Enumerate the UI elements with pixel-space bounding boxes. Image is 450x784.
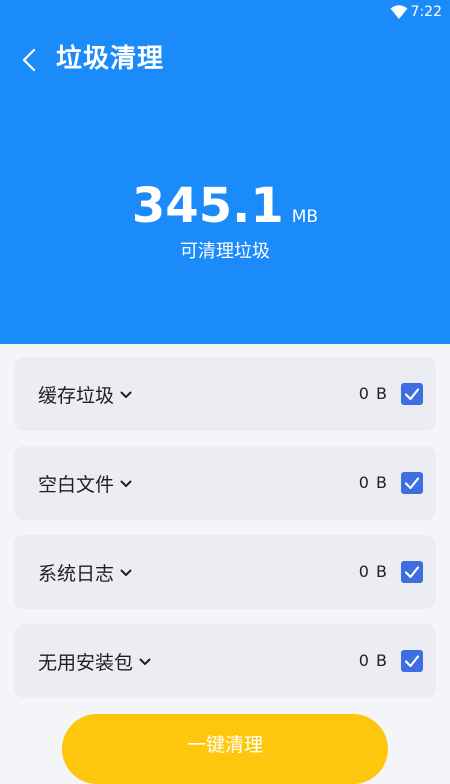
clean-button[interactable]: 一键清理 — [62, 714, 388, 784]
chevron-left-icon — [22, 48, 36, 72]
checkmark-icon — [404, 477, 420, 490]
category-size: 0 B — [358, 473, 388, 492]
category-checkbox[interactable] — [401, 650, 423, 672]
checkmark-icon — [404, 655, 420, 668]
category-size: 0 B — [358, 651, 388, 670]
category-expander[interactable]: 无用安装包 — [38, 624, 151, 698]
category-checkbox[interactable] — [401, 383, 423, 405]
wifi-icon — [390, 4, 408, 20]
page-title: 垃圾清理 — [56, 44, 165, 74]
category-label: 缓存垃圾 — [38, 384, 115, 407]
category-expander[interactable]: 系统日志 — [38, 535, 132, 609]
category-size: 0 B — [358, 384, 388, 403]
category-label: 无用安装包 — [38, 651, 134, 674]
junk-category-card: 空白文件 0 B — [14, 446, 436, 520]
total-size: 345.1 MB — [0, 178, 450, 234]
header: 7:22 垃圾清理 345.1 MB 可清理垃圾 — [0, 0, 450, 344]
category-label: 系统日志 — [38, 562, 115, 585]
total-size-unit: MB — [291, 207, 319, 227]
category-checkbox[interactable] — [401, 561, 423, 583]
junk-category-card: 无用安装包 0 B — [14, 624, 436, 698]
chevron-down-icon — [120, 391, 132, 398]
chevron-down-icon — [139, 658, 151, 665]
category-expander[interactable]: 空白文件 — [38, 446, 132, 520]
junk-category-card: 缓存垃圾 0 B — [14, 357, 436, 431]
total-size-value: 345.1 — [131, 178, 284, 234]
status-bar: 7:22 — [0, 0, 450, 26]
category-checkbox[interactable] — [401, 472, 423, 494]
chevron-down-icon — [120, 480, 132, 487]
checkmark-icon — [404, 566, 420, 579]
category-label: 空白文件 — [38, 473, 115, 496]
category-expander[interactable]: 缓存垃圾 — [38, 357, 132, 431]
status-time: 7:22 — [410, 4, 442, 20]
chevron-down-icon — [120, 569, 132, 576]
size-caption: 可清理垃圾 — [180, 241, 270, 262]
category-size: 0 B — [358, 562, 388, 581]
checkmark-icon — [404, 388, 420, 401]
back-button[interactable] — [16, 42, 48, 78]
junk-category-card: 系统日志 0 B — [14, 535, 436, 609]
